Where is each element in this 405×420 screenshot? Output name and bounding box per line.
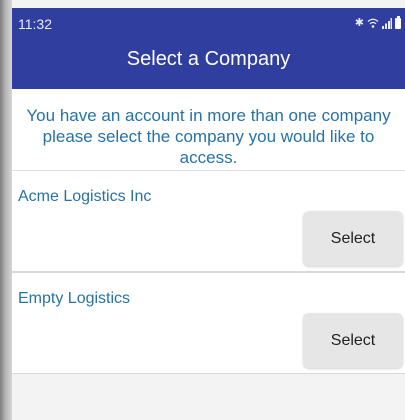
intro-message: You have an account in more than one com… [12,89,405,171]
device-bezel [0,0,12,420]
app-bar: 11:32 ✱ Select a Company [12,8,405,89]
bluetooth-icon: ✱ [354,17,364,29]
company-name: Acme Logistics Inc [18,188,152,205]
app-screen: 11:32 ✱ Select a Company You have an acc… [12,0,405,420]
status-icons: ✱ [354,15,401,29]
wifi-icon [367,18,379,28]
company-list-container: You have an account in more than one com… [12,89,405,420]
signal-icon [382,17,392,29]
select-company-button[interactable]: Select [303,313,403,368]
page-title: Select a Company [126,48,291,70]
company-item-empty-logistics: Empty Logistics Select [12,272,405,374]
select-company-button[interactable]: Select [303,211,403,266]
company-item-acme-logistics: Acme Logistics Inc Select [12,171,405,272]
status-time: 11:32 [18,16,52,32]
company-name: Empty Logistics [18,290,131,307]
battery-icon [395,15,401,29]
